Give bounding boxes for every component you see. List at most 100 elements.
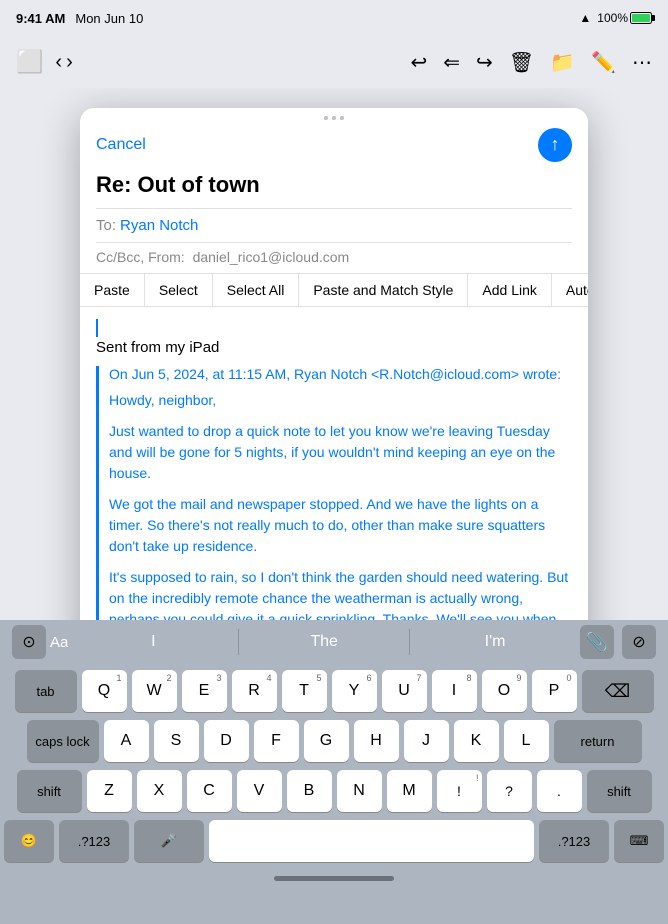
- key-d[interactable]: D: [204, 720, 249, 762]
- tab-label: tab: [36, 684, 54, 699]
- key-m[interactable]: M: [387, 770, 432, 812]
- emoji-key[interactable]: 😊: [4, 820, 54, 862]
- nav-chevrons: ‹ ›: [55, 51, 72, 74]
- key-b[interactable]: B: [287, 770, 332, 812]
- predictive-bar: ⊙ Aa I The I'm 📎 ⊘: [0, 620, 668, 664]
- more-icon[interactable]: ⋯: [632, 50, 652, 75]
- keyboard-settings-icon[interactable]: ⊙: [12, 625, 46, 659]
- keyboard-rows: tab 1Q 2W 3E 4R 5T 6Y 7U 8I 9O 0P ⌫ caps…: [0, 664, 668, 812]
- toolbar: ⬜ ‹ › ↩ ⇐ ↪ 🗑 📁 ✏️ ⋯: [0, 36, 668, 88]
- keyboard-row-2: caps lock A S D F G H J K L return: [4, 720, 664, 762]
- predictive-word-0[interactable]: I: [68, 629, 238, 655]
- key-a[interactable]: A: [104, 720, 149, 762]
- predictive-word-1[interactable]: The: [238, 629, 409, 655]
- delete-key[interactable]: ⌫: [582, 670, 654, 712]
- key-e[interactable]: 3E: [182, 670, 227, 712]
- status-date: Mon Jun 10: [75, 11, 143, 26]
- battery-icon: 100%: [597, 11, 652, 25]
- quoted-paragraph-0: Howdy, neighbor,: [109, 390, 572, 411]
- to-line: To: Ryan Notch: [80, 209, 588, 242]
- keyboard-bottom-row: 😊 .?123 🎤 .?123 ⌨: [0, 820, 668, 868]
- key-w[interactable]: 2W: [132, 670, 177, 712]
- select-button[interactable]: Select: [145, 274, 213, 306]
- reply-icon[interactable]: ↩: [411, 50, 428, 75]
- to-name[interactable]: Ryan Notch: [120, 217, 198, 234]
- key-r[interactable]: 4R: [232, 670, 277, 712]
- key-g[interactable]: G: [304, 720, 349, 762]
- trash-icon[interactable]: 🗑: [509, 50, 534, 75]
- key-quest[interactable]: ?: [487, 770, 532, 812]
- drag-dot: [324, 116, 328, 120]
- key-h[interactable]: H: [354, 720, 399, 762]
- home-indicator: [0, 868, 668, 888]
- select-all-button[interactable]: Select All: [213, 274, 300, 306]
- drag-dot: [340, 116, 344, 120]
- key-u[interactable]: 7U: [382, 670, 427, 712]
- mic-key[interactable]: 🎤: [134, 820, 204, 862]
- predictive-word-2[interactable]: I'm: [409, 629, 580, 655]
- key-subnum: 1: [116, 673, 121, 683]
- shift-left-key[interactable]: shift: [17, 770, 82, 812]
- space-bar[interactable]: [209, 820, 534, 862]
- chevron-down-icon[interactable]: ›: [66, 51, 73, 74]
- key-f[interactable]: F: [254, 720, 299, 762]
- return-label: return: [581, 734, 615, 749]
- quoted-paragraph-2: We got the mail and newspaper stopped. A…: [109, 494, 572, 557]
- shift-left-label: shift: [37, 784, 61, 799]
- return-key[interactable]: return: [554, 720, 642, 762]
- key-x[interactable]: X: [137, 770, 182, 812]
- status-time: 9:41 AM: [16, 11, 65, 26]
- autofill-button[interactable]: AutoFill: [552, 274, 588, 306]
- font-size-label[interactable]: Aa: [50, 634, 68, 651]
- num-right-key[interactable]: .?123: [539, 820, 609, 862]
- send-arrow-icon: ↑: [551, 134, 560, 155]
- key-v[interactable]: V: [237, 770, 282, 812]
- key-t[interactable]: 5T: [282, 670, 327, 712]
- key-s[interactable]: S: [154, 720, 199, 762]
- keyboard-hide-icon: ⌨: [630, 833, 649, 849]
- key-j[interactable]: J: [404, 720, 449, 762]
- key-c[interactable]: C: [187, 770, 232, 812]
- cc-line: Cc/Bcc, From: daniel_rico1@icloud.com: [80, 243, 588, 273]
- compose-icon[interactable]: ✏️: [591, 50, 616, 75]
- send-button[interactable]: ↑: [538, 128, 572, 162]
- key-q[interactable]: 1Q: [82, 670, 127, 712]
- predictive-right-icons: 📎 ⊘: [580, 625, 656, 659]
- home-bar: [274, 876, 394, 881]
- cc-value: daniel_rico1@icloud.com: [193, 249, 350, 265]
- shift-right-key[interactable]: shift: [587, 770, 652, 812]
- add-link-button[interactable]: Add Link: [468, 274, 551, 306]
- paste-button[interactable]: Paste: [80, 274, 145, 306]
- dictation-icon[interactable]: ⊘: [622, 625, 656, 659]
- chevron-up-icon[interactable]: ‹: [55, 51, 62, 74]
- to-label: To:: [96, 217, 116, 234]
- key-l[interactable]: L: [504, 720, 549, 762]
- key-period[interactable]: .: [537, 770, 582, 812]
- forward-icon[interactable]: ↪: [476, 50, 493, 75]
- key-excl[interactable]: !!: [437, 770, 482, 812]
- folder-icon[interactable]: 📁: [550, 50, 575, 75]
- key-p[interactable]: 0P: [532, 670, 577, 712]
- reply-all-icon[interactable]: ⇐: [443, 50, 460, 75]
- key-i[interactable]: 8I: [432, 670, 477, 712]
- paste-match-button[interactable]: Paste and Match Style: [299, 274, 468, 306]
- key-z[interactable]: Z: [87, 770, 132, 812]
- key-n[interactable]: N: [337, 770, 382, 812]
- keyboard-row-1: tab 1Q 2W 3E 4R 5T 6Y 7U 8I 9O 0P ⌫: [4, 670, 664, 712]
- caps-lock-key[interactable]: caps lock: [27, 720, 99, 762]
- num-left-key[interactable]: .?123: [59, 820, 129, 862]
- shift-right-label: shift: [607, 784, 631, 799]
- quoted-header: On Jun 5, 2024, at 11:15 AM, Ryan Notch …: [109, 366, 572, 382]
- status-bar: 9:41 AM Mon Jun 10 ▲ 100%: [0, 0, 668, 36]
- key-y[interactable]: 6Y: [332, 670, 377, 712]
- tab-key[interactable]: tab: [15, 670, 77, 712]
- key-o[interactable]: 9O: [482, 670, 527, 712]
- predictive-words: I The I'm: [68, 629, 580, 655]
- sidebar-icon[interactable]: ⬜: [16, 49, 43, 75]
- attachment-icon[interactable]: 📎: [580, 625, 614, 659]
- key-k[interactable]: K: [454, 720, 499, 762]
- keyboard-hide-key[interactable]: ⌨: [614, 820, 664, 862]
- cancel-button[interactable]: Cancel: [96, 136, 146, 154]
- context-menu-bar: Paste Select Select All Paste and Match …: [80, 273, 588, 307]
- compose-body[interactable]: Sent from my iPad On Jun 5, 2024, at 11:…: [80, 307, 588, 663]
